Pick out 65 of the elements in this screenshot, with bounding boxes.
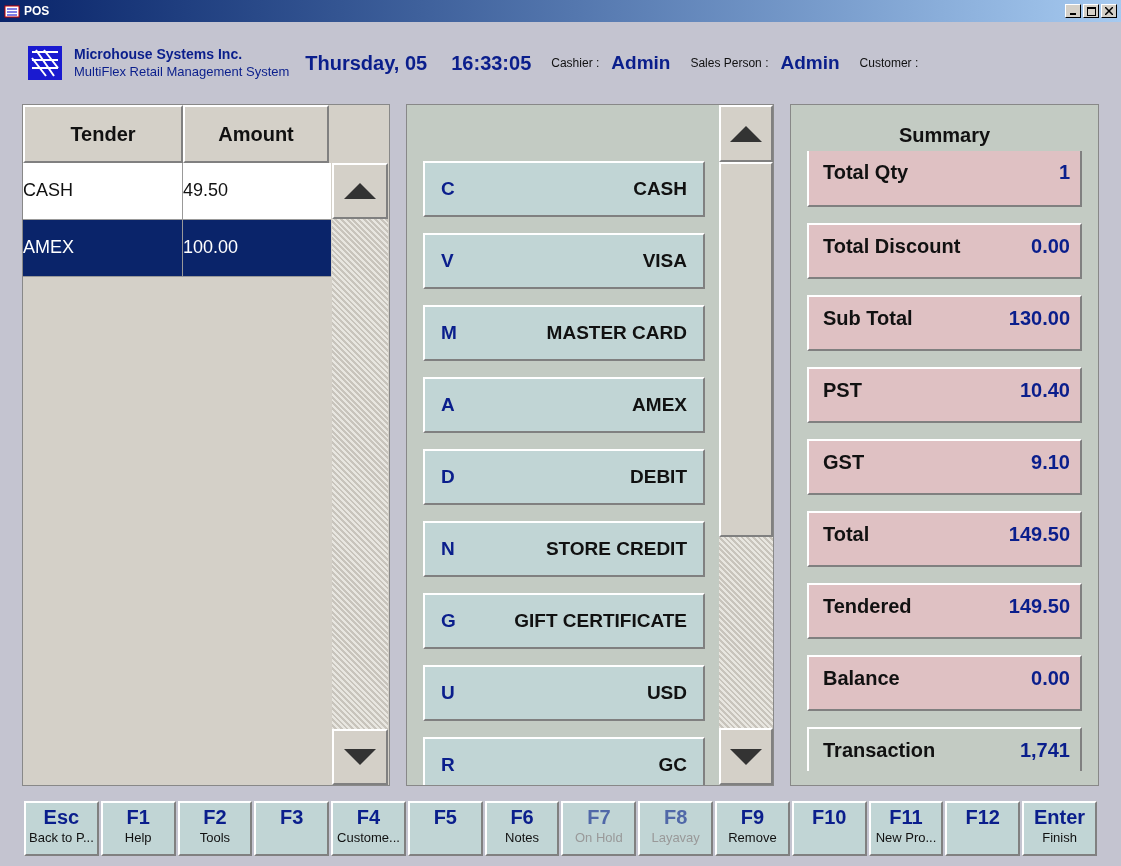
app-icon <box>4 3 20 19</box>
sales-person-name: Admin <box>780 50 840 75</box>
tender-button[interactable]: C CASH <box>423 161 705 217</box>
column-header: Amount <box>183 105 329 163</box>
close-icon <box>1105 7 1113 15</box>
time-text: 16:33:05 <box>451 51 532 76</box>
summary-row: Balance 0.00 <box>807 655 1082 711</box>
table-cell: CASH <box>23 163 183 219</box>
summary-row: Sub Total 130.00 <box>807 295 1082 351</box>
function-key-button[interactable]: Esc Back to P... <box>24 801 99 856</box>
scroll-thumb[interactable] <box>719 162 773 537</box>
tender-button[interactable]: A AMEX <box>423 377 705 433</box>
down-arrow-icon <box>730 748 762 765</box>
customer-label: Customer : <box>859 55 919 72</box>
window-title: POS <box>24 3 50 20</box>
summary-row: GST 9.10 <box>807 439 1082 495</box>
column-header: Tender <box>23 105 183 163</box>
tender-button[interactable]: G GIFT CERTIFICATE <box>423 593 705 649</box>
function-key-button[interactable]: F12 <box>945 801 1021 856</box>
up-arrow-icon <box>344 183 376 199</box>
function-key-button[interactable]: F4 Custome... <box>331 801 406 856</box>
scroll-down-button[interactable] <box>332 729 388 785</box>
function-key-button[interactable]: F6 Notes <box>484 801 560 856</box>
table-row[interactable]: CASH 49.50 <box>23 163 331 220</box>
summary-row: Total Discount 0.00 <box>807 223 1082 279</box>
function-key-button[interactable]: F1 Help <box>100 801 176 856</box>
up-arrow-icon <box>730 125 762 142</box>
date-text: Thursday, 05 <box>305 51 428 76</box>
company-name: Microhouse Systems Inc. <box>74 46 244 64</box>
table-cell-text: 100.00 <box>183 236 240 259</box>
function-key-button[interactable]: F3 <box>254 801 330 856</box>
summary-row: Total 149.50 <box>807 511 1082 567</box>
function-key-button[interactable]: F5 <box>407 801 483 856</box>
summary-row: PST 10.40 <box>807 367 1082 423</box>
close-button[interactable] <box>1101 4 1117 18</box>
scroll-down-button[interactable] <box>719 728 773 785</box>
tender-button[interactable]: R GC <box>423 737 705 785</box>
tender-button[interactable]: V VISA <box>423 233 705 289</box>
tender-button[interactable]: M MASTER CARD <box>423 305 705 361</box>
function-key-button[interactable]: F10 <box>791 801 867 856</box>
summary-row: Tendered 149.50 <box>807 583 1082 639</box>
table-cell-text: 49.50 <box>183 179 230 202</box>
function-key-button[interactable]: F2 Tools <box>177 801 253 856</box>
product-name: MultiFlex Retail Management System <box>74 63 290 80</box>
function-key-button[interactable]: Enter Finish <box>1022 801 1097 856</box>
cashier-label: Cashier : <box>551 55 600 72</box>
minimize-button[interactable] <box>1065 4 1081 18</box>
tender-button[interactable]: N STORE CREDIT <box>423 521 705 577</box>
scroll-up-button[interactable] <box>332 163 388 219</box>
logo-icon <box>28 46 62 80</box>
scroll-up-button[interactable] <box>719 105 773 162</box>
summary-title: Summary <box>897 123 992 148</box>
summary-row: Transaction 1,741 <box>807 727 1082 771</box>
table-row[interactable]: AMEX 100.00 <box>23 220 331 277</box>
down-arrow-icon <box>344 749 376 765</box>
cashier-name: Admin <box>611 50 671 75</box>
sales-person-label: Sales Person : <box>690 55 769 72</box>
tender-button[interactable]: U USD <box>423 665 705 721</box>
function-key-button[interactable]: F11 New Pro... <box>868 801 944 856</box>
table-cell: AMEX <box>23 220 183 276</box>
summary-row: Total Qty 1 <box>807 151 1082 207</box>
maximize-button[interactable] <box>1083 4 1099 18</box>
function-key-button[interactable]: F9 Remove <box>715 801 790 856</box>
maximize-icon <box>1086 6 1096 16</box>
tender-button[interactable]: D DEBIT <box>423 449 705 505</box>
